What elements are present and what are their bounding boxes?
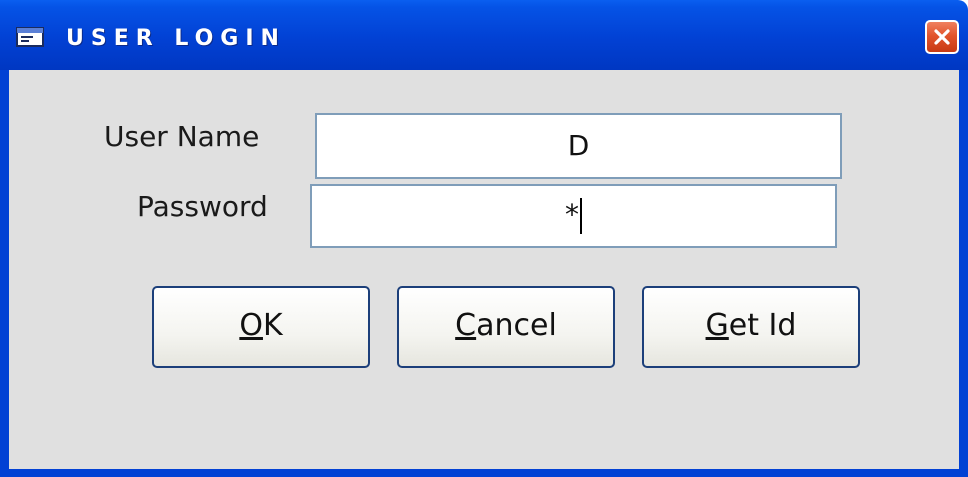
ok-mnemonic: O: [239, 308, 263, 343]
window-frame-right: [959, 70, 968, 477]
ok-label-rest: K: [262, 308, 283, 343]
form-icon: [16, 27, 44, 47]
login-window: USER LOGIN User Name D Password * OK Can…: [0, 0, 968, 477]
ok-button[interactable]: OK: [152, 286, 370, 368]
cancel-button[interactable]: Cancel: [397, 286, 615, 368]
cancel-label-rest: ancel: [476, 308, 557, 343]
title-bar[interactable]: USER LOGIN: [0, 0, 968, 70]
close-button[interactable]: [925, 20, 959, 54]
user-name-field[interactable]: D: [315, 113, 842, 179]
window-frame-left: [0, 70, 9, 477]
get-id-label-rest: et Id: [728, 308, 797, 343]
cancel-mnemonic: C: [455, 308, 477, 343]
get-id-button[interactable]: Get Id: [642, 286, 860, 368]
close-icon: [934, 29, 950, 45]
password-value: *: [565, 198, 579, 231]
text-caret: [580, 198, 582, 234]
password-field[interactable]: *: [310, 184, 837, 248]
window-frame-bottom: [0, 469, 968, 477]
window-title: USER LOGIN: [66, 26, 286, 51]
password-label: Password: [137, 190, 268, 223]
user-name-label: User Name: [104, 120, 260, 153]
get-id-mnemonic: G: [705, 308, 729, 343]
user-name-value: D: [567, 129, 590, 162]
dialog-body: User Name D Password * OK Cancel Get Id: [9, 70, 959, 469]
